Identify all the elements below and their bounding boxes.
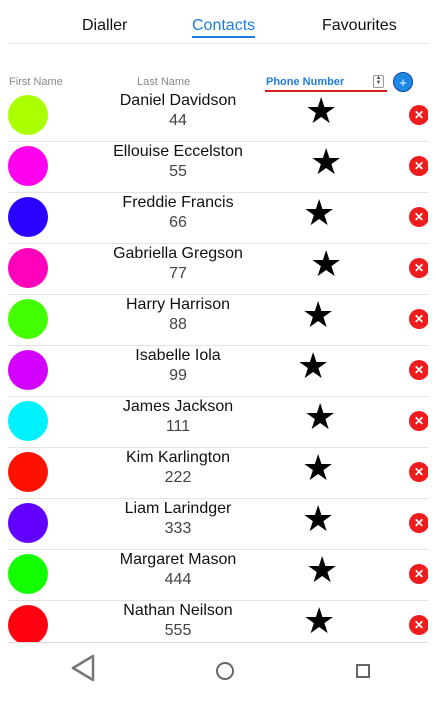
contact-row[interactable]: Liam Larindger 333 ★ ✕	[8, 499, 428, 550]
contact-row[interactable]: Isabelle Iola 99 ★ ✕	[8, 346, 428, 397]
avatar	[8, 503, 48, 543]
contact-name: Ellouise Eccelston	[113, 143, 243, 160]
contact-phone: 333	[164, 520, 192, 537]
avatar	[8, 350, 48, 390]
star-icon[interactable]: ★	[310, 244, 342, 284]
contact-name: Liam Larindger	[124, 500, 232, 517]
avatar	[8, 554, 48, 594]
close-icon[interactable]: ✕	[409, 411, 428, 431]
star-icon[interactable]: ★	[302, 499, 334, 539]
contact-name: Kim Karlington	[125, 449, 231, 466]
contact-list: Daniel Davidson 44 ★ ✕ Ellouise Eccelston 55 ★…	[8, 91, 428, 642]
avatar	[8, 452, 48, 492]
contact-name: Nathan Neilson	[123, 602, 233, 619]
avatar	[8, 146, 48, 186]
star-icon[interactable]: ★	[305, 91, 337, 131]
avatar	[8, 299, 48, 339]
contact-row[interactable]: James Jackson 111 ★ ✕	[8, 397, 428, 448]
sort-select-value: Phone Number	[266, 76, 345, 88]
star-icon[interactable]: ★	[297, 346, 329, 386]
contact-row[interactable]: Kim Karlington 222 ★ ✕	[8, 448, 428, 499]
contact-name: Isabelle Iola	[135, 347, 221, 364]
close-icon[interactable]: ✕	[409, 258, 428, 278]
tab-contacts[interactable]: Contacts	[192, 17, 256, 38]
star-icon[interactable]: ★	[303, 193, 335, 233]
star-icon[interactable]: ★	[302, 448, 334, 488]
contact-phone: 99	[169, 367, 187, 384]
first-name-header[interactable]: First Name	[9, 76, 63, 88]
close-icon[interactable]: ✕	[409, 513, 428, 533]
contact-row[interactable]: Gabriella Gregson 77 ★ ✕	[8, 244, 428, 295]
star-icon[interactable]: ★	[302, 295, 334, 335]
android-nav-bar	[8, 642, 428, 703]
close-icon[interactable]: ✕	[409, 462, 428, 482]
close-icon[interactable]: ✕	[409, 564, 428, 584]
contact-name: Harry Harrison	[125, 296, 230, 313]
tab-favourites[interactable]: Favourites	[322, 17, 397, 35]
home-icon[interactable]	[215, 661, 235, 681]
contact-phone: 44	[169, 112, 187, 129]
star-icon[interactable]: ★	[310, 142, 342, 182]
avatar	[8, 401, 48, 441]
star-icon[interactable]: ★	[306, 550, 338, 590]
close-icon[interactable]: ✕	[409, 309, 428, 329]
contact-phone: 88	[169, 316, 187, 333]
recents-icon[interactable]	[355, 663, 371, 679]
star-icon[interactable]: ★	[303, 601, 335, 641]
tab-bar: Dialler Contacts Favourites	[8, 0, 428, 44]
contact-row[interactable]: Daniel Davidson 44 ★ ✕	[8, 91, 428, 142]
close-icon[interactable]: ✕	[409, 207, 428, 227]
tab-dialler[interactable]: Dialler	[82, 17, 127, 35]
sort-select[interactable]: Phone Number ▲ ▼	[265, 74, 387, 92]
avatar	[8, 248, 48, 288]
contact-name: James Jackson	[122, 398, 234, 415]
last-name-header[interactable]: Last Name	[137, 76, 190, 88]
select-arrows-icon: ▲ ▼	[373, 75, 384, 88]
contact-row[interactable]: Margaret Mason 444 ★ ✕	[8, 550, 428, 601]
close-icon[interactable]: ✕	[409, 615, 428, 635]
contact-phone: 444	[164, 571, 192, 588]
star-icon[interactable]: ★	[304, 397, 336, 437]
contact-phone: 222	[164, 469, 192, 486]
column-toolbar: First Name Last Name Phone Number ▲ ▼ +	[8, 72, 428, 92]
add-contact-button[interactable]: +	[393, 72, 413, 92]
contact-name: Daniel Davidson	[119, 92, 237, 109]
contact-phone: 66	[169, 214, 187, 231]
back-icon[interactable]	[70, 653, 96, 683]
contact-name: Margaret Mason	[119, 551, 237, 568]
contact-phone: 77	[169, 265, 187, 282]
close-icon[interactable]: ✕	[409, 360, 428, 380]
avatar	[8, 197, 48, 237]
contact-name: Freddie Francis	[122, 194, 234, 211]
contact-row[interactable]: Nathan Neilson 555 ★ ✕	[8, 601, 428, 642]
contact-row[interactable]: Harry Harrison 88 ★ ✕	[8, 295, 428, 346]
contact-phone: 555	[164, 622, 192, 639]
contact-phone: 55	[169, 163, 187, 180]
close-icon[interactable]: ✕	[409, 105, 428, 125]
close-icon[interactable]: ✕	[409, 156, 428, 176]
contact-row[interactable]: Freddie Francis 66 ★ ✕	[8, 193, 428, 244]
avatar	[8, 605, 48, 642]
contact-row[interactable]: Ellouise Eccelston 55 ★ ✕	[8, 142, 428, 193]
avatar	[8, 95, 48, 135]
contact-name: Gabriella Gregson	[113, 245, 243, 262]
contact-phone: 111	[165, 418, 191, 435]
